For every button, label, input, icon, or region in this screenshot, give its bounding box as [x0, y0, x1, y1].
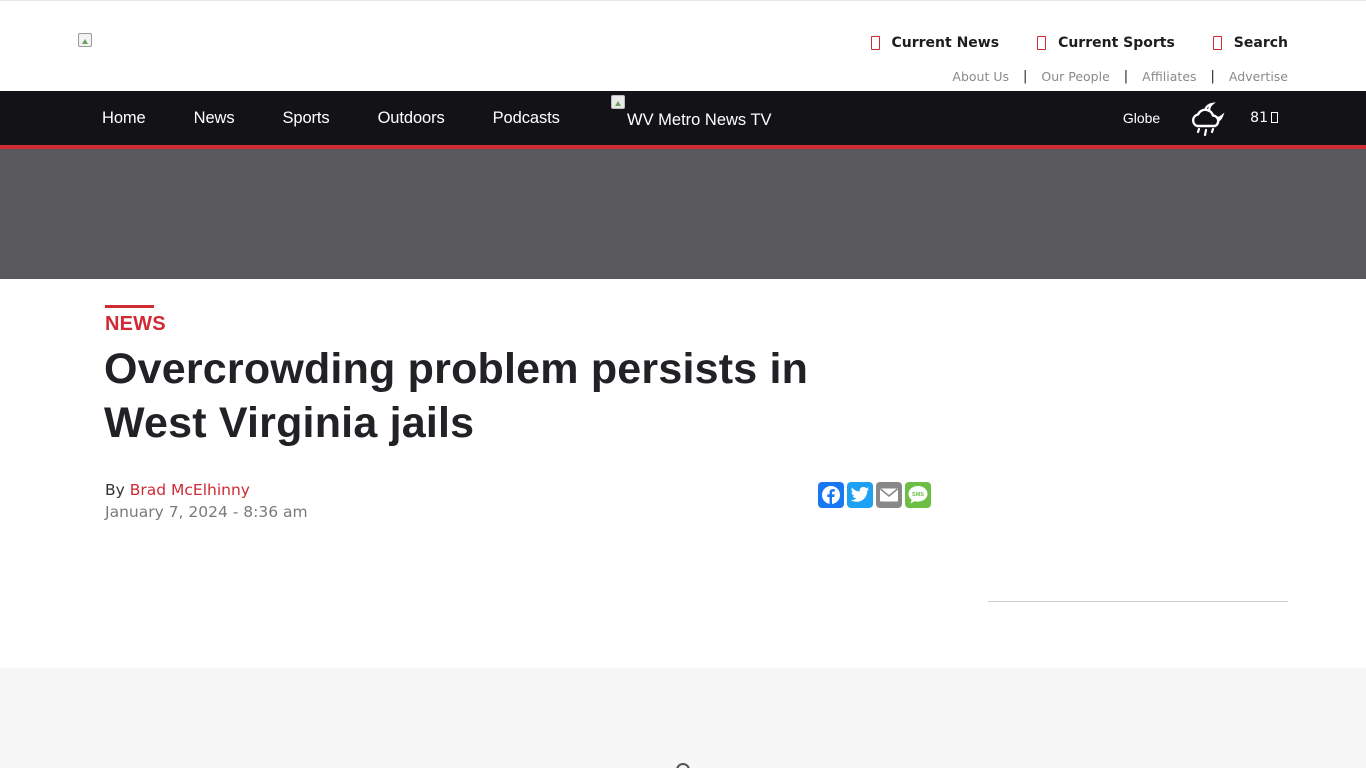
search-icon [1212, 36, 1222, 50]
sports-icon [1037, 36, 1047, 50]
search-label: Search [1233, 35, 1288, 51]
weather-temperature: 81 [1250, 110, 1278, 126]
nav-item-home[interactable]: Home [102, 109, 146, 128]
current-sports-label: Current Sports [1058, 35, 1175, 51]
main-nav: Home News Sports Outdoors Podcasts WV Me… [0, 91, 1366, 145]
article-byline: By Brad McElhinny [105, 481, 250, 499]
article-category[interactable]: NEWS [105, 313, 166, 336]
current-sports-link[interactable]: Current Sports [1037, 35, 1175, 51]
affiliates-link[interactable]: Affiliates [1142, 69, 1196, 84]
nav-item-outdoors[interactable]: Outdoors [378, 109, 445, 128]
nav-item-news[interactable]: News [194, 109, 235, 128]
share-buttons: SMS [818, 482, 931, 508]
weather-city: Globe [1122, 110, 1161, 126]
advertise-link[interactable]: Advertise [1229, 69, 1288, 84]
cloud-rain-night-icon [1192, 102, 1225, 137]
broken-image-icon [78, 33, 92, 47]
separator: | [1210, 69, 1215, 84]
main-nav-links: Home News Sports Outdoors Podcasts [102, 91, 608, 145]
site-header: Current News Current Sports Search About… [0, 0, 1366, 91]
twitter-icon [850, 486, 870, 502]
sms-share-button[interactable]: SMS [905, 482, 931, 508]
email-icon [879, 488, 899, 502]
temperature-value: 81 [1250, 110, 1268, 126]
advertisement-banner[interactable] [0, 149, 1366, 279]
byline-prefix: By [105, 481, 125, 499]
current-news-label: Current News [891, 35, 1000, 51]
sidebar-divider [988, 601, 1288, 602]
current-news-link[interactable]: Current News [870, 35, 1000, 51]
svg-text:SMS: SMS [912, 492, 924, 498]
separator: | [1022, 69, 1028, 84]
separator: | [1123, 69, 1129, 84]
degree-icon [1271, 112, 1278, 123]
nav-item-podcasts[interactable]: Podcasts [493, 109, 560, 128]
nav-item-sports[interactable]: Sports [282, 109, 329, 128]
facebook-share-button[interactable] [818, 482, 844, 508]
email-share-button[interactable] [876, 482, 902, 508]
quick-links: Current News Current Sports Search [870, 35, 1288, 51]
article-date: January 7, 2024 - 8:36 am [105, 503, 308, 521]
search-link[interactable]: Search [1212, 35, 1288, 51]
our-people-link[interactable]: Our People [1041, 69, 1109, 84]
article-title: Overcrowding problem persists in West Vi… [104, 345, 809, 447]
loading-icon [676, 763, 690, 768]
author-link[interactable]: Brad McElhinny [130, 481, 250, 499]
lower-content-band [0, 668, 1366, 768]
secondary-nav: About Us | Our People | Affiliates | Adv… [952, 69, 1288, 84]
news-icon [870, 36, 880, 50]
twitter-share-button[interactable] [847, 482, 873, 508]
about-us-link[interactable]: About Us [952, 69, 1009, 84]
metro-news-tv-alt: WV Metro News TV [627, 111, 772, 129]
facebook-icon [822, 486, 840, 504]
site-logo[interactable] [78, 33, 94, 49]
category-rule [105, 305, 154, 308]
sms-icon: SMS [908, 486, 928, 504]
weather-widget[interactable]: Globe 81 [1123, 91, 1278, 145]
broken-image-icon [611, 95, 625, 109]
